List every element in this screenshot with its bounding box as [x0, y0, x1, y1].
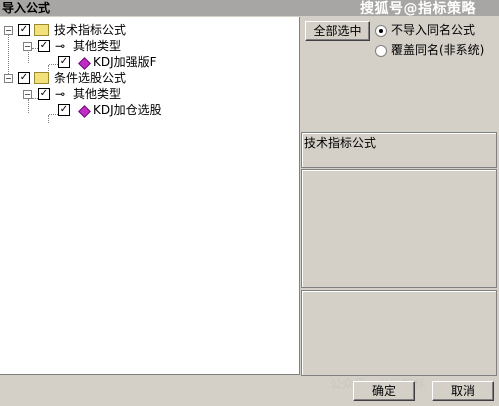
folder-icon	[34, 72, 49, 84]
checkbox-checked-icon[interactable]: ✓	[18, 24, 30, 36]
tree-node-label: 其他类型	[73, 87, 122, 101]
checkbox-checked-icon[interactable]: ✓	[18, 72, 30, 84]
tree-node-formula[interactable]: ✓ KDJ加仓选股	[0, 102, 200, 118]
radio-label: 不导入同名公式	[391, 23, 476, 37]
radio-label: 覆盖同名(非系统)	[391, 43, 485, 57]
tree-node-formula[interactable]: ✓ KDJ加强版F	[0, 54, 200, 70]
cancel-button[interactable]: 取消	[432, 381, 494, 401]
formula-type-title: 技术指标公式	[304, 136, 377, 150]
tree-node-label: 其他类型	[73, 39, 122, 53]
formula-description-panel[interactable]	[301, 169, 497, 288]
ok-button[interactable]: 确定	[353, 381, 415, 401]
radio-no-import-duplicates[interactable]	[375, 25, 387, 37]
tree-node-stock-filter-formulas[interactable]: − ✓ 条件选股公式	[0, 70, 200, 86]
collapse-icon[interactable]: −	[4, 26, 13, 35]
formula-params-panel[interactable]	[301, 290, 497, 376]
radio-overwrite-duplicates[interactable]	[375, 45, 387, 57]
tree-node-label: KDJ加仓选股	[93, 103, 162, 117]
checkbox-checked-icon[interactable]: ✓	[58, 56, 70, 68]
key-icon: ⊸	[55, 87, 66, 101]
collapse-icon[interactable]: −	[23, 42, 32, 51]
formula-gem-icon	[78, 57, 91, 70]
tree-node-label: 条件选股公式	[54, 71, 127, 85]
tree-node-label: KDJ加强版F	[93, 55, 157, 69]
formula-tree[interactable]: − ✓ 技术指标公式 − ✓ ⊸ 其他类型 ✓ KDJ加强版F − ✓ 条件选股…	[0, 17, 300, 375]
window-title: 导入公式	[2, 1, 51, 15]
formula-gem-icon	[78, 105, 91, 118]
collapse-icon[interactable]: −	[4, 74, 13, 83]
formula-type-panel: 技术指标公式	[301, 132, 497, 168]
folder-icon	[34, 24, 49, 36]
key-icon: ⊸	[55, 39, 66, 53]
checkbox-checked-icon[interactable]: ✓	[58, 104, 70, 116]
tree-node-other-types[interactable]: − ✓ ⊸ 其他类型	[0, 38, 200, 54]
checkbox-checked-icon[interactable]: ✓	[38, 88, 50, 100]
watermark-top: 搜狐号@指标策略	[360, 1, 476, 17]
collapse-icon[interactable]: −	[23, 90, 32, 99]
select-all-button[interactable]: 全部选中	[305, 21, 370, 41]
tree-node-label: 技术指标公式	[54, 23, 127, 37]
radio-selected-dot	[379, 29, 383, 33]
tree-node-other-types[interactable]: − ✓ ⊸ 其他类型	[0, 86, 200, 102]
tree-node-tech-formulas[interactable]: − ✓ 技术指标公式	[0, 22, 200, 38]
checkbox-checked-icon[interactable]: ✓	[38, 40, 50, 52]
